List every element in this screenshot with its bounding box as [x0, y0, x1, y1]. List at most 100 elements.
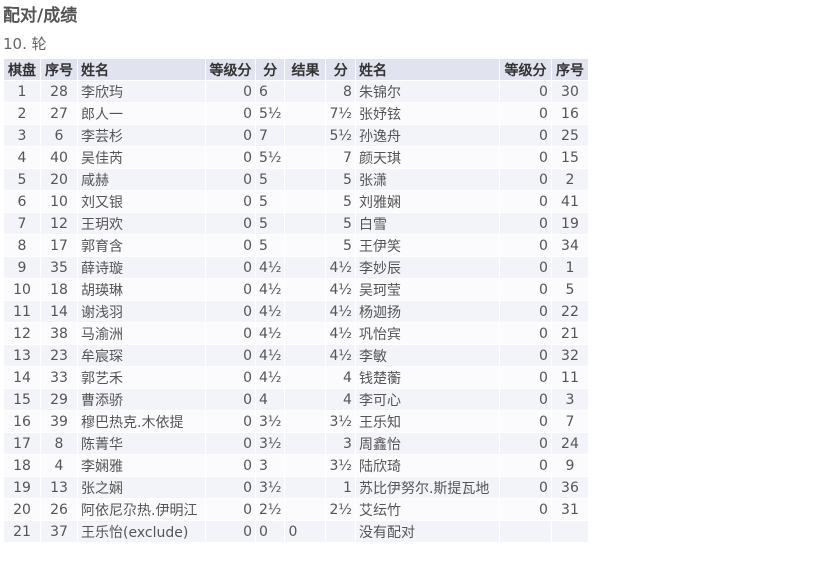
bye-label: 没有配对: [355, 521, 499, 542]
black-player-link[interactable]: 朱锦尔: [355, 81, 499, 102]
white-player-link[interactable]: 李娴雅: [78, 455, 205, 476]
white-player-link[interactable]: 陈菁华: [78, 433, 205, 454]
white-player-link[interactable]: 王玥欢: [78, 213, 205, 234]
white-player-link[interactable]: 穆巴热克.木依提: [78, 411, 205, 432]
black-rating: 0: [499, 169, 551, 190]
black-player-link[interactable]: 艾纭竹: [355, 499, 499, 520]
header-white-points: 分: [256, 59, 285, 80]
table-row: 4 40 吴佳芮 0 5½ 7 颜天琪 0 15: [4, 147, 588, 168]
white-points: 5: [256, 235, 285, 256]
board-number: 17: [4, 433, 40, 454]
white-points: 5: [256, 213, 285, 234]
white-player-link[interactable]: 咸赫: [78, 169, 205, 190]
black-player-link[interactable]: 王伊笑: [355, 235, 499, 256]
game-result: [285, 103, 326, 124]
black-player-link[interactable]: 苏比伊努尔.斯提瓦地: [355, 477, 499, 498]
black-player-link[interactable]: 周鑫怡: [355, 433, 499, 454]
white-rating: 0: [206, 499, 255, 520]
header-board: 棋盘: [4, 59, 40, 80]
white-player-link[interactable]: 吴佳芮: [78, 147, 205, 168]
white-player-link[interactable]: 王乐怡(exclude): [78, 521, 205, 542]
white-points: 5: [256, 169, 285, 190]
black-player-link[interactable]: 孙逸舟: [355, 125, 499, 146]
white-seq: 40: [41, 147, 77, 168]
white-player-link[interactable]: 郎人一: [78, 103, 205, 124]
white-player-link[interactable]: 薛诗璇: [78, 257, 205, 278]
white-points: 3: [256, 455, 285, 476]
black-seq: 2: [551, 169, 588, 190]
black-rating: 0: [499, 411, 551, 432]
white-points: 4½: [256, 279, 285, 300]
black-seq: 15: [551, 147, 588, 168]
white-seq: 14: [41, 301, 77, 322]
white-player-link[interactable]: 马渝洲: [78, 323, 205, 344]
black-player-link[interactable]: 张妤铉: [355, 103, 499, 124]
white-seq: 6: [41, 125, 77, 146]
header-white-seq: 序号: [41, 59, 77, 80]
white-player-link[interactable]: 胡瑛琳: [78, 279, 205, 300]
white-player-link[interactable]: 刘又银: [78, 191, 205, 212]
black-rating: 0: [499, 323, 551, 344]
white-player-link[interactable]: 张之娴: [78, 477, 205, 498]
black-player-link[interactable]: 王乐知: [355, 411, 499, 432]
game-result: [285, 235, 326, 256]
white-rating: 0: [206, 147, 255, 168]
black-points: 4: [326, 367, 355, 388]
white-rating: 0: [206, 477, 255, 498]
white-seq: 38: [41, 323, 77, 344]
board-number: 1: [4, 81, 40, 102]
board-number: 13: [4, 345, 40, 366]
white-player-link[interactable]: 牟宸琛: [78, 345, 205, 366]
table-row: 12 38 马渝洲 0 4½ 4½ 巩怡宾 0 21: [4, 323, 588, 344]
white-seq: 28: [41, 81, 77, 102]
board-number: 14: [4, 367, 40, 388]
board-number: 6: [4, 191, 40, 212]
black-rating: 0: [499, 191, 551, 212]
white-rating: 0: [206, 433, 255, 454]
game-result: [285, 477, 326, 498]
black-player-link[interactable]: 颜天琪: [355, 147, 499, 168]
black-player-link[interactable]: 巩怡宾: [355, 323, 499, 344]
black-player-link[interactable]: 杨迦扬: [355, 301, 499, 322]
black-player-link[interactable]: 钱楚蘅: [355, 367, 499, 388]
white-player-link[interactable]: 郭育含: [78, 235, 205, 256]
white-points: 4: [256, 389, 285, 410]
black-points: 4½: [326, 301, 355, 322]
white-points: 5½: [256, 103, 285, 124]
black-player-link[interactable]: 李可心: [355, 389, 499, 410]
white-rating: 0: [206, 323, 255, 344]
black-player-link[interactable]: 吴珂莹: [355, 279, 499, 300]
white-seq: 13: [41, 477, 77, 498]
black-points: 3: [326, 433, 355, 454]
white-points: 3½: [256, 433, 285, 454]
white-points: 3½: [256, 411, 285, 432]
white-points: 5½: [256, 147, 285, 168]
table-row: 17 8 陈菁华 0 3½ 3 周鑫怡 0 24: [4, 433, 588, 454]
black-player-link[interactable]: 刘雅娴: [355, 191, 499, 212]
white-seq: 33: [41, 367, 77, 388]
black-player-link[interactable]: 李妙辰: [355, 257, 499, 278]
game-result: [285, 389, 326, 410]
black-player-link[interactable]: 白雪: [355, 213, 499, 234]
white-player-link[interactable]: 郭艺禾: [78, 367, 205, 388]
black-player-link[interactable]: 李敏: [355, 345, 499, 366]
white-player-link[interactable]: 李芸杉: [78, 125, 205, 146]
white-player-link[interactable]: 李欣玙: [78, 81, 205, 102]
table-row: 10 18 胡瑛琳 0 4½ 4½ 吴珂莹 0 5: [4, 279, 588, 300]
table-row: 5 20 咸赫 0 5 5 张潇 0 2: [4, 169, 588, 190]
black-rating: [499, 521, 551, 542]
white-seq: 12: [41, 213, 77, 234]
white-player-link[interactable]: 谢浅羽: [78, 301, 205, 322]
white-rating: 0: [206, 279, 255, 300]
black-points: 8: [326, 81, 355, 102]
black-player-link[interactable]: 陆欣琦: [355, 455, 499, 476]
white-player-link[interactable]: 曹添骄: [78, 389, 205, 410]
table-row: 6 10 刘又银 0 5 5 刘雅娴 0 41: [4, 191, 588, 212]
black-player-link[interactable]: 张潇: [355, 169, 499, 190]
game-result: [285, 455, 326, 476]
white-player-link[interactable]: 阿依尼尕热.伊明江: [78, 499, 205, 520]
white-points: 2½: [256, 499, 285, 520]
black-rating: 0: [499, 477, 551, 498]
white-rating: 0: [206, 367, 255, 388]
white-rating: 0: [206, 257, 255, 278]
